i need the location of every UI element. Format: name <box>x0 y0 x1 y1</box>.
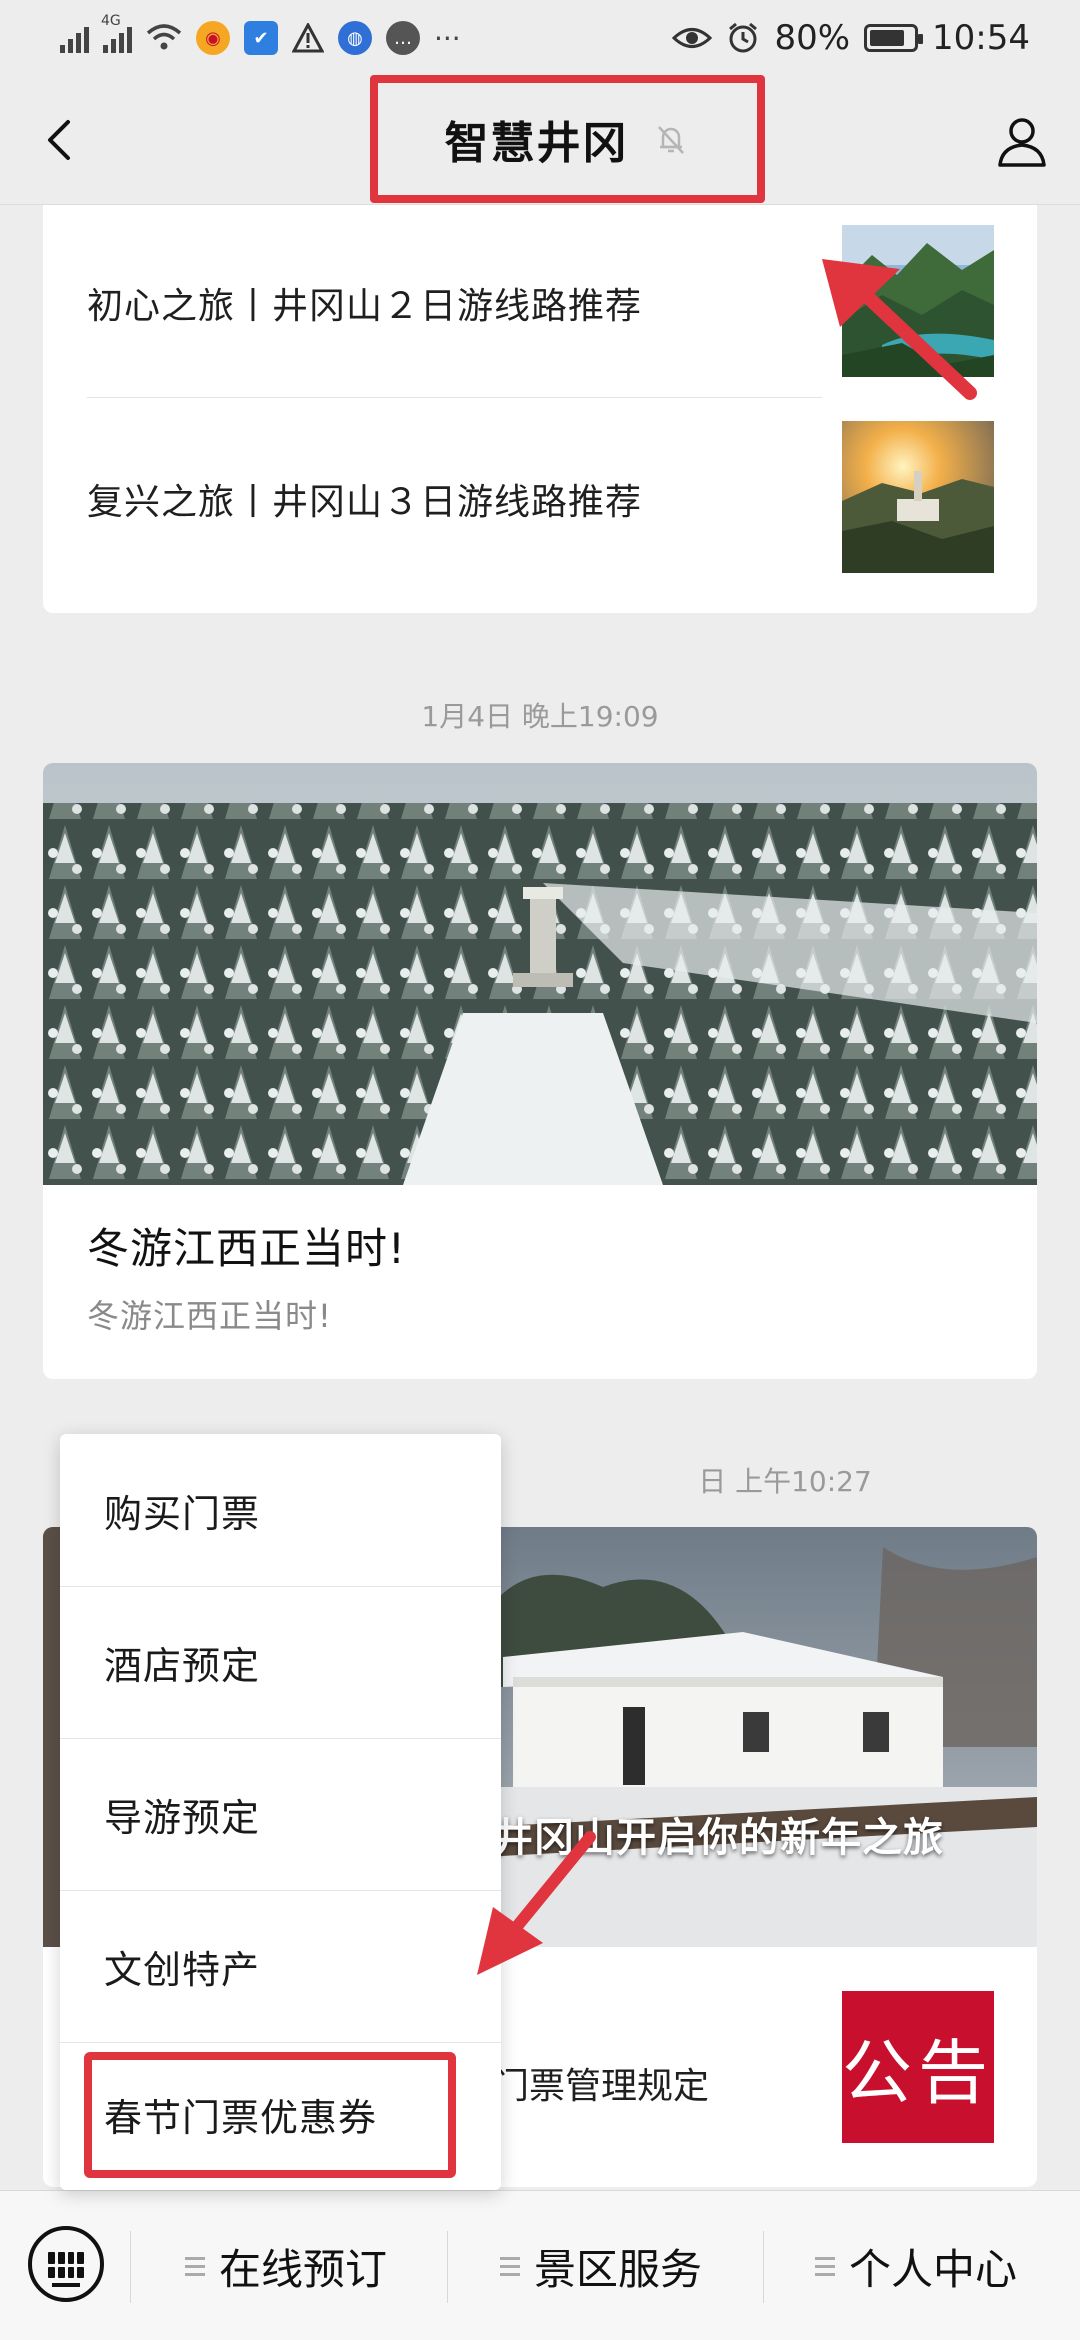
warning-icon <box>292 23 324 53</box>
divider <box>447 2231 448 2303</box>
bottom-menu-bar: 在线预订 景区服务 个人中心 <box>0 2190 1080 2340</box>
back-icon[interactable] <box>30 110 90 170</box>
title-highlight-box: 智慧井冈 <box>370 75 765 203</box>
battery-level-fill <box>870 30 905 46</box>
menu-item-guide-booking[interactable]: 导游预定 <box>60 1738 501 1890</box>
shield-icon: ✔ <box>244 21 278 55</box>
menu-item-hotel-booking[interactable]: 酒店预定 <box>60 1586 501 1738</box>
menu-item-buy-tickets[interactable]: 购买门票 <box>60 1434 501 1586</box>
article-title: 门票管理规定 <box>493 2066 710 2107</box>
divider <box>763 2231 764 2303</box>
person-icon[interactable] <box>992 111 1052 171</box>
wifi-icon <box>146 24 182 50</box>
battery-icon <box>864 24 924 52</box>
nav-bar: 智慧井冈 <box>0 75 1080 205</box>
clock: 10:54 <box>932 18 1030 58</box>
tab-personal-center[interactable]: 个人中心 <box>815 2191 1017 2340</box>
article-card[interactable]: 冬游江西正当时! 冬游江西正当时! <box>43 763 1037 1379</box>
article-title: 冬游江西正当时! <box>87 1224 406 1273</box>
sunset-thumbnail <box>842 421 994 573</box>
article-title: 初心之旅丨井冈山２日游线路推荐 <box>87 286 643 327</box>
weibo-icon: ◉ <box>196 21 230 55</box>
cover-overlay-text: 井冈山开启你的新年之旅 <box>493 1815 944 1861</box>
article-subtitle: 冬游江西正当时! <box>87 1297 332 1335</box>
notice-thumbnail: 公告 <box>842 1991 994 2143</box>
page-title: 智慧井冈 <box>444 118 629 169</box>
chat-icon: … <box>386 21 420 55</box>
divider <box>130 2231 131 2303</box>
tab-online-booking[interactable]: 在线预订 <box>185 2191 387 2340</box>
tab-label: 个人中心 <box>849 2244 1018 2294</box>
battery-percent: 80% <box>774 18 851 58</box>
signal-icon <box>60 23 89 53</box>
mountain-thumbnail <box>842 225 994 377</box>
menu-lines-icon <box>185 2256 205 2276</box>
list-item[interactable]: 初心之旅丨井冈山２日游线路推荐 <box>43 205 1037 401</box>
status-right: 80% 10:54 <box>672 14 1030 62</box>
menu-item-souvenirs[interactable]: 文创特产 <box>60 1890 501 2042</box>
snow-forest-cover-image <box>43 763 1037 1185</box>
keyboard-icon[interactable] <box>28 2226 104 2302</box>
browser-icon: ◍ <box>338 21 372 55</box>
coupon-highlight-box <box>84 2052 456 2178</box>
article-group-card: 初心之旅丨井冈山２日游线路推荐 复兴之旅丨井冈山３日游线路推荐 <box>43 205 1037 613</box>
alarm-icon <box>729 22 758 53</box>
tab-label: 景区服务 <box>534 2244 703 2294</box>
eye-icon <box>672 28 713 48</box>
signal-4g-icon: 4G <box>101 13 132 53</box>
list-item[interactable]: 复兴之旅丨井冈山３日游线路推荐 <box>43 401 1037 597</box>
status-left-icons: 4G ◉ ✔ ◍ … ··· <box>60 13 461 58</box>
menu-lines-icon <box>500 2256 520 2276</box>
timestamp: 1月4日 晚上19:09 <box>421 700 659 733</box>
menu-lines-icon <box>815 2256 835 2276</box>
tab-label: 在线预订 <box>219 2244 388 2294</box>
status-bar: 4G ◉ ✔ ◍ … ··· 80% 10:54 <box>0 0 1080 75</box>
divider <box>87 397 822 398</box>
bell-off-icon <box>657 126 684 154</box>
tab-scenic-services[interactable]: 景区服务 <box>500 2191 702 2340</box>
more-icon: ··· <box>434 21 461 55</box>
article-title: 复兴之旅丨井冈山３日游线路推荐 <box>87 482 643 523</box>
